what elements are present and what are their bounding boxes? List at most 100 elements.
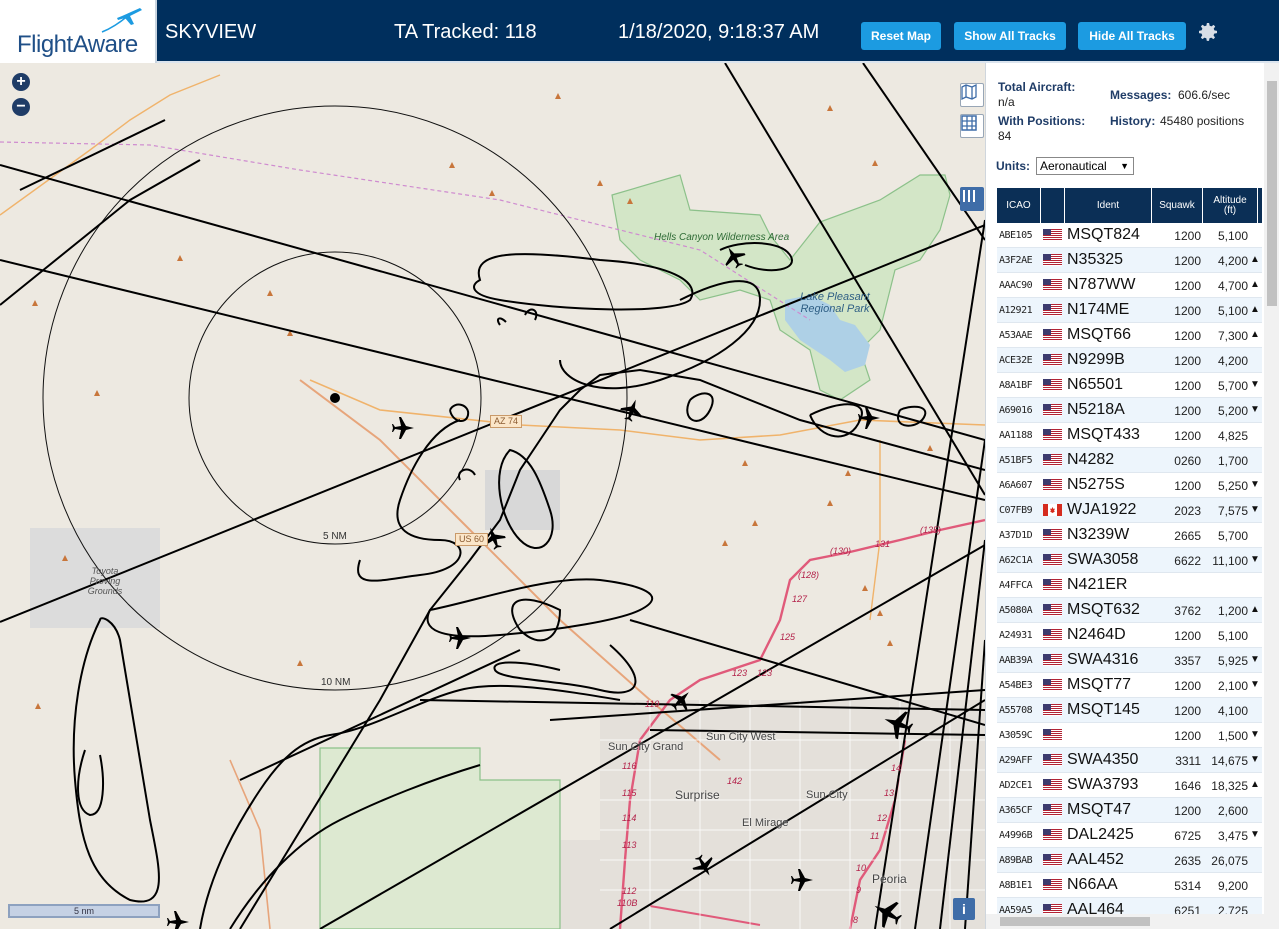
table-row[interactable]: A4FFCA N421ER xyxy=(997,573,1262,598)
icao-cell: AA1188 xyxy=(999,430,1033,441)
grid-overlay-button[interactable] xyxy=(960,114,984,138)
table-row[interactable]: A53AAE MSQT66 1200 7,300 ▲ xyxy=(997,323,1262,348)
ident-cell: SWA4350 xyxy=(1067,751,1139,768)
current-datetime: 1/18/2020, 9:18:37 AM xyxy=(618,21,820,43)
map-view[interactable]: + − Hells Canyon Wilderness Area Lake Pl… xyxy=(0,63,985,929)
squawk-cell: 2635 xyxy=(1174,854,1201,868)
scroll-thumb-h[interactable] xyxy=(1000,917,1150,926)
table-row[interactable]: A54BE3 MSQT77 1200 2,100 ▼ xyxy=(997,673,1262,698)
table-row[interactable]: A3059C 1200 1,500 ▼ xyxy=(997,723,1262,748)
altitude-trend-icon: ▼ xyxy=(1250,679,1260,690)
us-flag-icon xyxy=(1043,554,1062,566)
map-layer-button[interactable] xyxy=(960,83,984,107)
table-row[interactable]: A8A1BF N65501 1200 5,700 ▼ xyxy=(997,373,1262,398)
altitude-cell: 5,700 xyxy=(1217,529,1248,543)
ident-cell: MSQT77 xyxy=(1067,676,1132,693)
gear-icon[interactable] xyxy=(1196,20,1220,44)
table-row[interactable]: AAAC90 N787WW 1200 4,700 ▲ xyxy=(997,273,1262,298)
icao-cell: AAB39A xyxy=(999,655,1033,666)
horizontal-scrollbar[interactable] xyxy=(986,914,1264,929)
aircraft-table-body: ABE105 MSQT824 1200 5,100 A3F2AE N35325 1200 4,… xyxy=(997,223,1262,923)
info-button[interactable]: i xyxy=(953,898,975,920)
us-flag-icon xyxy=(1043,279,1062,291)
altitude-trend-icon: ▼ xyxy=(1250,654,1260,665)
route-num: 123 xyxy=(732,668,748,678)
ident-cell: N174ME xyxy=(1067,301,1130,318)
icao-cell: A365CF xyxy=(999,805,1033,816)
squawk-cell: 1200 xyxy=(1174,479,1201,493)
col-altitude[interactable]: Altitude (ft) xyxy=(1203,188,1258,223)
units-select[interactable]: Aeronautical ▼ xyxy=(1036,157,1134,175)
table-row[interactable]: A12921 N174ME 1200 5,100 ▲ xyxy=(997,298,1262,323)
altitude-cell: 1,200 xyxy=(1217,604,1248,618)
vertical-scrollbar[interactable] xyxy=(1264,63,1279,929)
table-row[interactable]: AAB39A SWA4316 3357 5,925 ▼ xyxy=(997,648,1262,673)
altitude-cell: 7,300 xyxy=(1217,329,1248,343)
col-ident[interactable]: Ident xyxy=(1065,188,1152,223)
table-row[interactable]: A37D1D N3239W 2665 5,700 xyxy=(997,523,1262,548)
columns-toggle-button[interactable] xyxy=(960,187,984,211)
table-row[interactable]: A24931 N2464D 1200 5,100 xyxy=(997,623,1262,648)
col-squawk[interactable]: Squawk xyxy=(1152,188,1203,223)
units-value: Aeronautical xyxy=(1040,159,1107,173)
ident-cell: SWA3793 xyxy=(1067,776,1139,793)
sun-city-label: Sun City xyxy=(806,789,848,801)
table-row[interactable]: A62C1A SWA3058 6622 11,100 ▼ xyxy=(997,548,1262,573)
table-row[interactable]: AD2CE1 SWA3793 1646 18,325 ▲ xyxy=(997,773,1262,798)
squawk-cell: 1200 xyxy=(1174,429,1201,443)
altitude-cell: 26,075 xyxy=(1211,854,1248,868)
table-row[interactable]: A3F2AE N35325 1200 4,200 ▲ xyxy=(997,248,1262,273)
table-row[interactable]: A29AFF SWA4350 3311 14,675 ▼ xyxy=(997,748,1262,773)
us-flag-icon xyxy=(1043,729,1062,741)
squawk-cell: 1646 xyxy=(1174,779,1201,793)
us-flag-icon xyxy=(1043,329,1062,341)
icao-cell: A69016 xyxy=(999,405,1033,416)
wilderness-area xyxy=(611,174,951,401)
squawk-cell: 1200 xyxy=(1174,804,1201,818)
route-num: 131 xyxy=(875,539,891,549)
table-row[interactable]: AA1188 MSQT433 1200 4,825 xyxy=(997,423,1262,448)
altitude-cell: 18,325 xyxy=(1211,779,1248,793)
us-flag-icon xyxy=(1043,379,1062,391)
col-icao[interactable]: ICAO xyxy=(997,188,1041,223)
show-all-tracks-button[interactable]: Show All Tracks xyxy=(954,22,1066,50)
squawk-cell: 2023 xyxy=(1174,504,1201,518)
logo-plane-icon xyxy=(101,8,142,33)
table-row[interactable]: A69016 N5218A 1200 5,200 ▼ xyxy=(997,398,1262,423)
icao-cell: AD2CE1 xyxy=(999,780,1033,791)
scroll-thumb[interactable] xyxy=(1267,81,1277,306)
flightaware-logo[interactable]: FlightAware xyxy=(0,0,157,63)
table-row[interactable]: A8B1E1 N66AA 5314 9,200 xyxy=(997,873,1262,898)
us-flag-icon xyxy=(1043,354,1062,366)
table-row[interactable]: A4996B DAL2425 6725 3,475 ▼ xyxy=(997,823,1262,848)
peoria-label: Peoria xyxy=(872,872,907,886)
table-row[interactable]: C07FB9 WJA1922 2023 7,575 ▼ xyxy=(997,498,1262,523)
table-row[interactable]: ACE32E N9299B 1200 4,200 xyxy=(997,348,1262,373)
table-row[interactable]: A5080A MSQT632 3762 1,200 ▲ xyxy=(997,598,1262,623)
messages-label: Messages: xyxy=(1110,88,1172,102)
ident-cell: N5275S xyxy=(1067,476,1125,493)
zoom-in-button[interactable]: + xyxy=(12,73,30,91)
columns-icon xyxy=(963,190,975,202)
reset-map-button[interactable]: Reset Map xyxy=(861,22,941,50)
table-row[interactable]: A55708 MSQT145 1200 4,100 xyxy=(997,698,1262,723)
table-row[interactable]: A51BF5 N4282 0260 1,700 xyxy=(997,448,1262,473)
route-num: 12 xyxy=(877,813,888,823)
altitude-cell: 14,675 xyxy=(1211,754,1248,768)
route-num: 127 xyxy=(792,594,808,604)
zoom-out-button[interactable]: − xyxy=(12,98,30,116)
altitude-trend-icon: ▲ xyxy=(1250,304,1260,315)
col-flag[interactable] xyxy=(1041,188,1065,223)
squawk-cell: 5314 xyxy=(1174,879,1201,893)
with-positions-value: 84 xyxy=(998,129,1012,143)
icao-cell: A6A607 xyxy=(999,480,1033,491)
hide-all-tracks-button[interactable]: Hide All Tracks xyxy=(1078,22,1186,50)
icao-cell: A37D1D xyxy=(999,530,1033,541)
ident-cell: MSQT145 xyxy=(1067,701,1140,718)
table-row[interactable]: A365CF MSQT47 1200 2,600 xyxy=(997,798,1262,823)
table-row[interactable]: A6A607 N5275S 1200 5,250 ▼ xyxy=(997,473,1262,498)
table-row[interactable]: A89BAB AAL452 2635 26,075 xyxy=(997,848,1262,873)
squawk-cell: 1200 xyxy=(1174,379,1201,393)
route-num: 113 xyxy=(622,840,637,850)
table-row[interactable]: ABE105 MSQT824 1200 5,100 xyxy=(997,223,1262,248)
